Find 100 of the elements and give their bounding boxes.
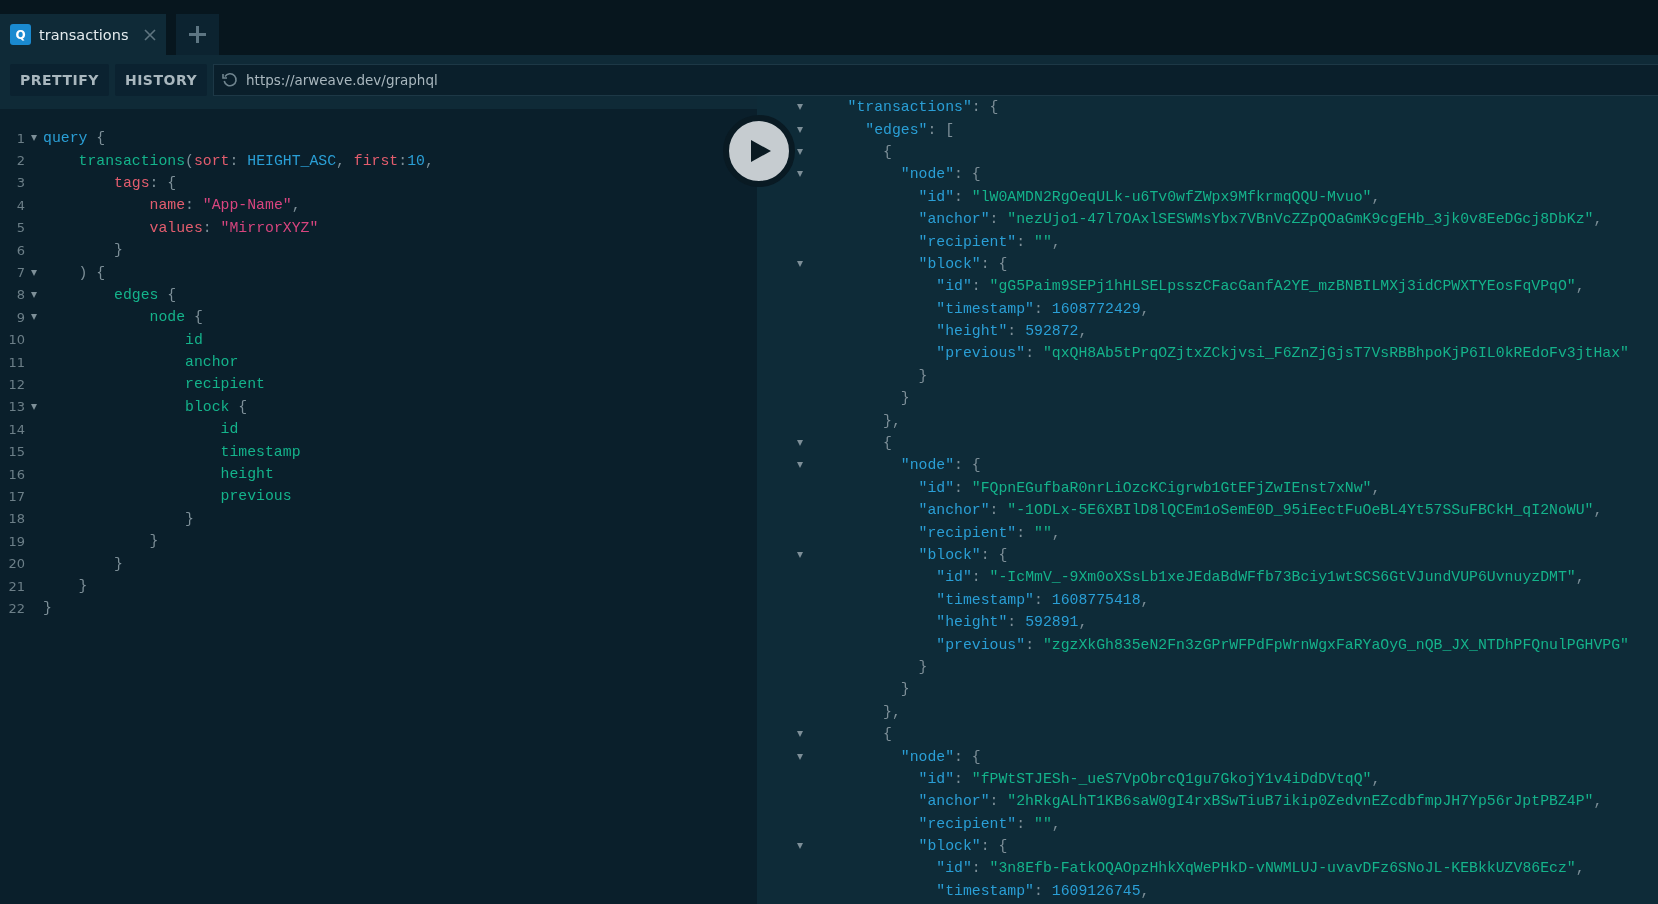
fold-arrow-icon[interactable] bbox=[796, 104, 803, 111]
fold-arrow-icon[interactable] bbox=[796, 552, 803, 558]
code-line: }, bbox=[882, 703, 901, 720]
code-line: anchor bbox=[184, 354, 239, 371]
code-line: } bbox=[917, 367, 928, 384]
plus-icon bbox=[189, 26, 207, 43]
reload-icon[interactable] bbox=[222, 72, 239, 88]
code-line: name: "App-Name", bbox=[148, 197, 301, 214]
code-line: { bbox=[882, 726, 892, 743]
code-line: } bbox=[77, 578, 88, 594]
code-line: }, bbox=[882, 412, 901, 429]
toolbar-button[interactable]: HISTORY bbox=[114, 64, 208, 96]
line-number: 5 bbox=[15, 220, 25, 236]
line-number: 9 bbox=[15, 309, 25, 325]
play-icon bbox=[751, 140, 771, 162]
code-line: "edges": [ bbox=[864, 121, 955, 138]
code-line: "recipient": "", bbox=[917, 815, 1061, 832]
code-line: "node": { bbox=[899, 748, 981, 765]
code-line: "block": { bbox=[917, 838, 1008, 855]
line-number: 4 bbox=[15, 197, 25, 213]
fold-arrow-icon[interactable] bbox=[31, 403, 37, 410]
code-line: values: "MirrorXYZ" bbox=[148, 219, 319, 236]
line-number: 14 bbox=[7, 421, 25, 437]
code-line: block { bbox=[184, 398, 248, 415]
code-line: "timestamp": 1609126745, bbox=[935, 882, 1150, 899]
line-number: 11 bbox=[7, 354, 25, 370]
code-line: "node": { bbox=[899, 457, 981, 474]
fold-arrow-icon[interactable] bbox=[31, 291, 37, 298]
line-number: 20 bbox=[7, 556, 25, 572]
fold-arrow-icon[interactable] bbox=[796, 843, 803, 850]
line-number: 13 bbox=[7, 399, 25, 415]
code-line: "node": { bbox=[899, 166, 981, 183]
code-line: "id": "3n8Efb-FatkOQAOpzHhkXqWePHkD-vNWMLUJ-uvavDFz6SNoJL-KEBkkUZV86Ecz", bbox=[935, 860, 1585, 877]
code-line: "height": 592872, bbox=[935, 323, 1088, 340]
code-line: "id": "gG5Paim9SEPj1hHLSELpsszCFacGanfA2YE_mzBNBILMXj3idCPWXTYEosFqVPqO", bbox=[935, 278, 1585, 295]
fold-arrow-icon[interactable] bbox=[796, 260, 803, 267]
code-line: { bbox=[882, 435, 892, 452]
line-number: 6 bbox=[15, 242, 25, 258]
line-number: 3 bbox=[15, 175, 25, 191]
tab-logo: Q bbox=[10, 24, 31, 45]
code-line: } bbox=[899, 390, 910, 407]
fold-arrow-icon[interactable] bbox=[796, 753, 803, 760]
code-line: } bbox=[184, 510, 194, 527]
new-tab-button[interactable] bbox=[176, 14, 220, 55]
code-line: "transactions": { bbox=[846, 99, 999, 116]
code-line: "timestamp": 1608772429, bbox=[935, 300, 1150, 317]
code-line: "anchor": "-1ODLx-5E6XBIlD8lQCEm1oSemE0D_95iEectFuOeBL4Yt57SSuFBCkH_qI2NoWU", bbox=[917, 502, 1603, 519]
code-line: "anchor": "nezUjo1-47l7OAxlSESWMsYbx7VBnVcZZpQOaGmK9cgEHb_3jk0v8EeDGcj8DbKz", bbox=[917, 211, 1603, 228]
code-line: transactions(sort: HEIGHT_ASC, first:10, bbox=[77, 152, 434, 169]
toolbar-button[interactable]: PRETTIFY bbox=[10, 64, 109, 96]
line-number: 1 bbox=[15, 130, 25, 146]
line-number: 15 bbox=[7, 444, 25, 460]
code-line: { bbox=[882, 143, 892, 160]
line-number: 22 bbox=[7, 600, 25, 616]
code-line: "id": "-IcMmV_-9Xm0oXSsLb1xeJEdaBdWFfb73Bciy1wtSCS6GtVJundVUP6UvnuyzDMT", bbox=[935, 569, 1585, 586]
line-number: 21 bbox=[7, 578, 25, 594]
code-line: id bbox=[219, 421, 239, 438]
code-line: } bbox=[113, 242, 123, 259]
fold-arrow-icon[interactable] bbox=[31, 269, 37, 276]
code-line: "id": "fPWtSTJESh-_ueS7VpObrcQ1gu7GkojY1v4iDdDVtqQ", bbox=[917, 770, 1381, 787]
line-number: 10 bbox=[7, 332, 25, 348]
code-line: "anchor": "2hRkgALhT1KB6saW0gI4rxBSwTiuB7ikip0ZedvnEZcdbfmpJH7Yp56rJptPBZ4P", bbox=[917, 793, 1603, 810]
line-number: 7 bbox=[15, 265, 25, 281]
fold-arrow-icon[interactable] bbox=[796, 462, 803, 469]
tab[interactable]: Q transactions bbox=[0, 14, 167, 55]
code-line: } bbox=[113, 555, 123, 572]
code-line: } bbox=[148, 533, 159, 550]
code-line: edges { bbox=[113, 286, 177, 303]
code-line: } bbox=[43, 600, 52, 617]
fold-arrow-icon[interactable] bbox=[31, 314, 37, 321]
line-number: 17 bbox=[7, 488, 25, 504]
code-line: recipient bbox=[184, 376, 265, 393]
code-line: "id": "FQpnEGufbaR0nrLiOzcKCigrwb1GtEFjZwIEnst7xNw", bbox=[917, 479, 1381, 496]
line-number: 18 bbox=[7, 511, 25, 527]
code-line: ) { bbox=[77, 264, 106, 281]
code-line: node { bbox=[148, 309, 203, 326]
code-line: id bbox=[184, 331, 203, 348]
close-icon[interactable] bbox=[144, 28, 157, 41]
code-line: "previous": "zgzXkGh835eN2Fn3zGPrWFPdFpWrnWgxFaRYaOyG_nQB_JX_NTDhPFQnulPGHVPG" bbox=[935, 636, 1629, 653]
code-line: height bbox=[219, 466, 274, 483]
fold-arrow-icon[interactable] bbox=[796, 440, 803, 447]
fold-arrow-icon[interactable] bbox=[31, 135, 37, 142]
line-number: 19 bbox=[7, 533, 25, 549]
code-line: "recipient": "", bbox=[917, 233, 1061, 250]
code-line: "block": { bbox=[917, 547, 1008, 563]
line-number: 16 bbox=[7, 466, 25, 482]
code-line: } bbox=[917, 658, 928, 675]
tab-label: transactions bbox=[39, 26, 129, 43]
code-line: } bbox=[899, 681, 910, 698]
line-number: 12 bbox=[7, 377, 25, 392]
code-line: query { bbox=[43, 130, 106, 147]
code-line: "block": { bbox=[917, 255, 1008, 272]
code-line: previous bbox=[219, 488, 292, 505]
line-number: 2 bbox=[15, 153, 25, 169]
code-line: "id": "lW0AMDN2RgOeqULk-u6Tv0wfZWpx9MfkrmqQQU-Mvuo", bbox=[917, 188, 1381, 205]
code-line: "previous": "qxQH8Ab5tPrqOZjtxZCkjvsi_F6ZnZjGjsT7VsRBBhpoKjP6IL0kREdoFv3jtHax" bbox=[935, 345, 1629, 362]
code-line: "recipient": "", bbox=[917, 524, 1061, 541]
url-field[interactable]: https://arweave.dev/graphql bbox=[213, 64, 1658, 96]
code-line: timestamp bbox=[219, 443, 301, 460]
fold-arrow-icon[interactable] bbox=[796, 731, 803, 738]
